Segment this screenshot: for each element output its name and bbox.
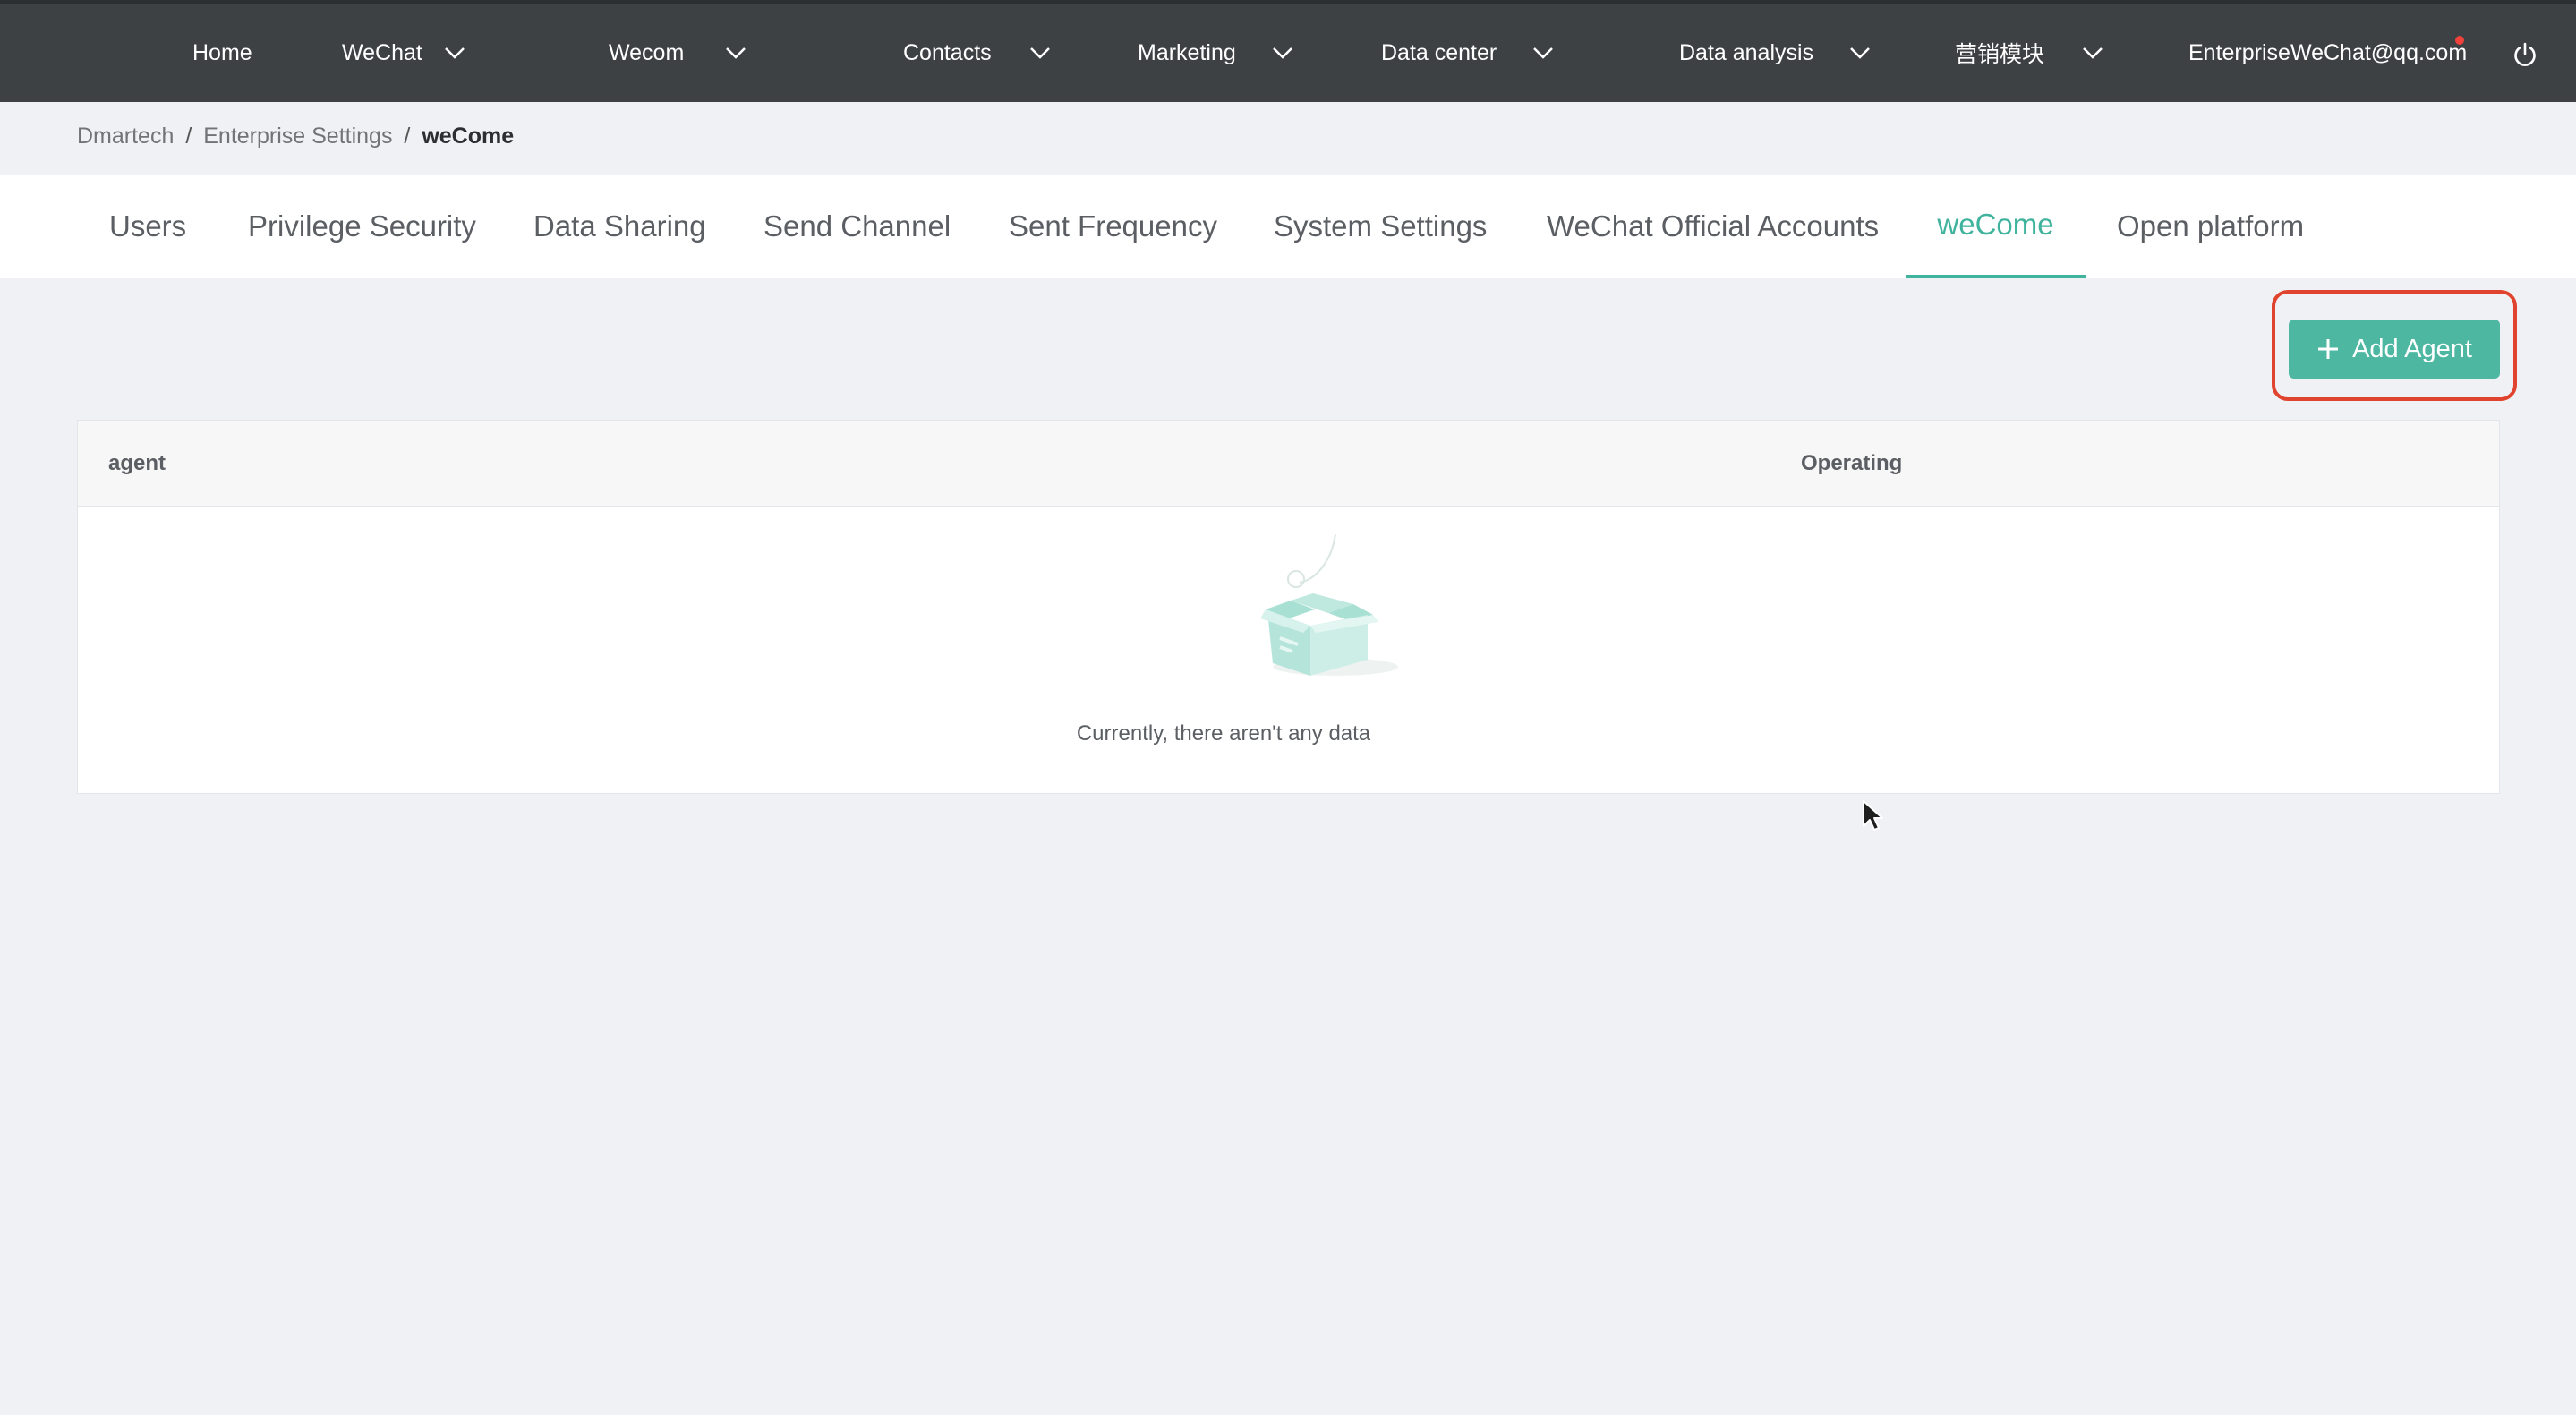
chevron-down-icon <box>1268 38 1297 67</box>
settings-tabs: Users Privilege Security Data Sharing Se… <box>0 175 2576 278</box>
power-icon[interactable] <box>2512 41 2538 68</box>
breadcrumb: Dmartech / Enterprise Settings / weCome <box>77 124 514 149</box>
nav-item-label: Wecom <box>609 39 685 65</box>
mouse-cursor <box>1862 799 1885 833</box>
tab-data-sharing[interactable]: Data Sharing <box>533 175 706 278</box>
top-nav-bar: Home WeChat Wecom Contacts Marketing Dat… <box>0 0 2576 102</box>
nav-item-data-analysis[interactable]: Data analysis <box>1679 4 1874 102</box>
nav-item-label: Marketing <box>1138 39 1236 65</box>
tab-send-channel[interactable]: Send Channel <box>763 175 951 278</box>
agent-table: agent Operating Currently, there aren't … <box>77 420 2500 794</box>
plus-icon <box>2316 337 2340 361</box>
add-agent-button[interactable]: Add Agent <box>2289 320 2500 379</box>
nav-item-wechat[interactable]: WeChat <box>342 4 469 102</box>
table-header: agent Operating <box>78 421 2499 507</box>
chevron-down-icon <box>1026 38 1054 67</box>
tab-privilege-security[interactable]: Privilege Security <box>248 175 476 278</box>
user-email: EnterpriseWeChat@qq.com <box>2188 39 2468 65</box>
nav-item-label: Data center <box>1381 39 1497 65</box>
breadcrumb-separator: / <box>404 124 411 149</box>
nav-item-marketing-module[interactable]: 营销模块 <box>1955 4 2107 102</box>
nav-item-label: Home <box>192 39 252 65</box>
breadcrumb-item-dmartech[interactable]: Dmartech <box>77 124 174 149</box>
breadcrumb-current: weCome <box>422 124 515 149</box>
nav-item-label: Contacts <box>903 39 992 65</box>
chevron-down-icon <box>2078 38 2107 67</box>
tab-sent-frequency[interactable]: Sent Frequency <box>1009 175 1217 278</box>
column-header-agent: agent <box>108 451 166 475</box>
nav-item-home[interactable]: Home <box>192 4 252 102</box>
column-header-operating: Operating <box>1801 451 1903 475</box>
nav-item-marketing[interactable]: Marketing <box>1138 4 1297 102</box>
chevron-down-icon <box>1529 38 1557 67</box>
nav-item-data-center[interactable]: Data center <box>1381 4 1557 102</box>
breadcrumb-separator: / <box>185 124 192 149</box>
chevron-down-icon <box>721 38 750 67</box>
nav-item-label: 营销模块 <box>1955 42 2045 67</box>
tab-system-settings[interactable]: System Settings <box>1274 175 1487 278</box>
user-account-menu[interactable]: EnterpriseWeChat@qq.com <box>2188 4 2467 102</box>
notification-dot <box>2455 36 2464 45</box>
tab-open-platform[interactable]: Open platform <box>2117 175 2304 278</box>
chevron-down-icon <box>440 38 469 67</box>
tab-users[interactable]: Users <box>109 175 186 278</box>
chevron-down-icon <box>1846 38 1874 67</box>
add-agent-label: Add Agent <box>2352 334 2472 363</box>
tab-wecome[interactable]: weCome <box>1906 175 2086 278</box>
empty-box-icon <box>1210 533 1416 685</box>
breadcrumb-item-enterprise-settings[interactable]: Enterprise Settings <box>203 124 392 149</box>
nav-item-wecom[interactable]: Wecom <box>609 4 750 102</box>
tab-wechat-official-accounts[interactable]: WeChat Official Accounts <box>1547 175 1879 278</box>
nav-item-label: WeChat <box>342 39 422 65</box>
nav-item-label: Data analysis <box>1679 39 1814 65</box>
nav-item-contacts[interactable]: Contacts <box>903 4 1054 102</box>
empty-state-text: Currently, there aren't any data <box>1076 721 1371 746</box>
